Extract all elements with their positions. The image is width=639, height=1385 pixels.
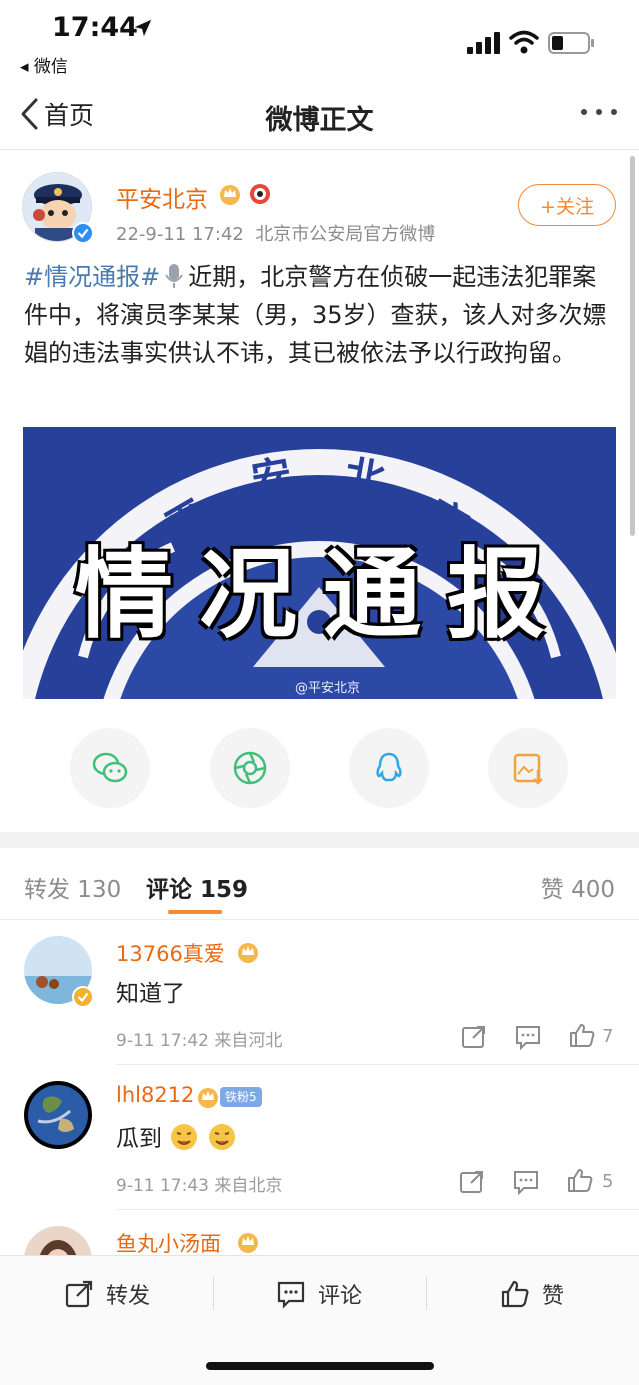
wechat-icon <box>92 752 128 783</box>
more-options-icon[interactable] <box>579 102 619 122</box>
wifi-icon <box>509 30 539 54</box>
commenter-avatar[interactable] <box>24 1226 92 1255</box>
commenter-name[interactable]: 鱼丸小汤面 <box>116 1228 221 1255</box>
bottom-separator <box>213 1276 214 1310</box>
like-thumb-icon[interactable] <box>566 1167 594 1193</box>
share-qq-button[interactable] <box>349 728 429 808</box>
reply-comment-icon[interactable] <box>512 1169 540 1195</box>
comment-button[interactable]: 评论 <box>276 1278 362 1310</box>
drooling-emoji-icon <box>171 1124 198 1150</box>
active-tab-indicator <box>168 910 222 914</box>
crown-badge-icon <box>238 943 258 963</box>
post-meta: 22-9-11 17:42 北京市公安局官方微博 <box>116 220 435 246</box>
share-row <box>0 728 639 808</box>
author-name[interactable]: 平安北京 <box>116 180 208 214</box>
cellular-signal-icon <box>467 32 500 54</box>
microphone-icon <box>165 264 184 288</box>
post-body: #情况通报# 近期，北京警方在侦破一起违法犯罪案件中，将演员李某某（男，35岁）查… <box>24 258 620 372</box>
like-thumb-icon <box>501 1280 529 1308</box>
comment-text: 瓜到 <box>116 1119 237 1153</box>
like-label: 赞 <box>542 1284 565 1309</box>
commenter-name[interactable]: 13766真爱 <box>116 938 225 968</box>
follow-button[interactable]: +关注 <box>518 184 616 226</box>
like-count: 5 <box>602 1171 614 1192</box>
share-moments-button[interactable] <box>210 728 290 808</box>
share-comment-icon[interactable] <box>460 1024 488 1050</box>
comment-icon <box>277 1281 305 1309</box>
repost-icon <box>65 1280 93 1308</box>
comment-meta: 9-11 17:42 来自河北 <box>116 1031 283 1051</box>
post-header: 平安北京 22-9-11 17:42 北京市公安局官方微博 +关注 <box>22 170 622 250</box>
verified-badge-icon <box>72 986 94 1008</box>
weibo-eye-badge-icon <box>250 184 270 204</box>
comment-item: lhl8212 铁粉5 瓜到 9-11 17:43 来自北京 5 <box>0 1065 639 1210</box>
interaction-tabs: 转发 130 评论 159 赞 400 <box>0 848 639 920</box>
location-arrow-icon <box>134 19 152 37</box>
tab-repost[interactable]: 转发 130 <box>24 870 121 904</box>
page-title: 微博正文 <box>265 105 374 136</box>
repost-button[interactable]: 转发 <box>64 1278 150 1310</box>
commenter-avatar[interactable] <box>24 1081 92 1149</box>
tab-likes[interactable]: 赞 400 <box>541 870 615 904</box>
commenter-name[interactable]: lhl8212 <box>116 1083 194 1107</box>
home-indicator[interactable] <box>206 1362 434 1370</box>
like-button[interactable]: 赞 <box>500 1278 564 1310</box>
post-image[interactable]: 平 安 北 京 情况通报 @平安北京 <box>23 427 616 699</box>
bottom-action-bar: 转发 评论 赞 <box>0 1255 639 1385</box>
hashtag-link[interactable]: #情况通报# <box>24 263 160 291</box>
image-title-text: 情况通报 <box>75 537 572 652</box>
crown-badge-icon <box>238 1233 258 1253</box>
status-bar: 17:44 ◂ 微信 <box>0 0 639 82</box>
moments-icon <box>233 751 267 785</box>
post-source: 北京市公安局官方微博 <box>255 224 436 245</box>
drooling-emoji-icon <box>208 1124 235 1150</box>
comment-meta: 9-11 17:43 来自北京 <box>116 1176 283 1196</box>
like-thumb-icon[interactable] <box>568 1022 596 1048</box>
share-comment-icon[interactable] <box>458 1169 486 1195</box>
crown-badge-icon <box>198 1088 218 1108</box>
tab-comments[interactable]: 评论 159 <box>146 870 248 904</box>
post-date: 22-9-11 17:42 <box>116 224 244 245</box>
comment-item: 13766真爱 知道了 9-11 17:42 来自河北 7 <box>0 920 639 1065</box>
status-time: 17:44 <box>52 12 138 43</box>
qq-icon <box>376 752 402 782</box>
image-watermark: @平安北京 <box>295 681 361 696</box>
verified-badge-icon <box>72 222 94 244</box>
comment-item: 鱼丸小汤面 <box>0 1210 639 1255</box>
crown-badge-icon <box>220 185 240 205</box>
save-image-button[interactable] <box>488 728 568 808</box>
battery-icon <box>548 32 594 54</box>
bottom-separator <box>426 1276 427 1310</box>
like-count: 7 <box>602 1026 614 1047</box>
fan-level-badge: 铁粉5 <box>220 1087 262 1107</box>
reply-comment-icon[interactable] <box>514 1024 542 1050</box>
comment-text-content: 瓜到 <box>116 1126 162 1152</box>
save-image-icon <box>513 753 543 785</box>
person-photo-avatar <box>24 1226 92 1255</box>
nav-bar: 首页 微博正文 <box>0 82 639 150</box>
repost-label: 转发 <box>106 1284 151 1309</box>
earth-photo-avatar <box>24 1081 92 1149</box>
comment-text: 知道了 <box>116 981 185 1007</box>
section-divider <box>0 832 639 848</box>
scrollbar[interactable] <box>630 156 635 536</box>
back-to-app-link[interactable]: ◂ 微信 <box>20 52 68 77</box>
comment-label: 评论 <box>318 1284 363 1309</box>
share-wechat-button[interactable] <box>70 728 150 808</box>
